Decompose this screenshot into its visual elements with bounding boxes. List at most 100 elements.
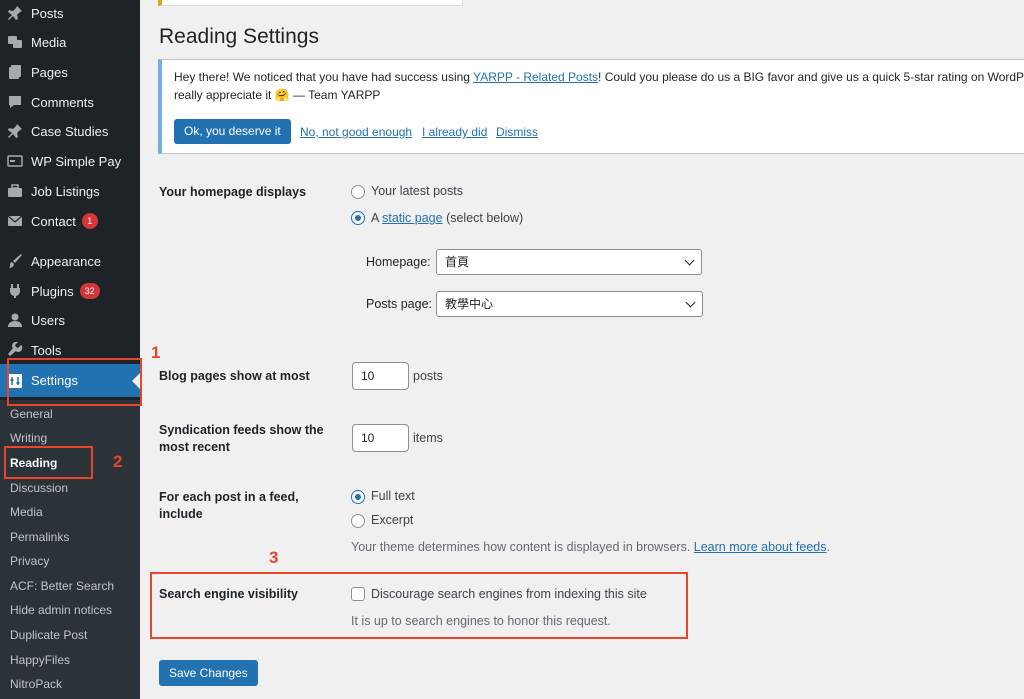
homepage-displays-label: Your homepage displays — [159, 185, 307, 199]
sidebar-item-label: Tools — [31, 342, 62, 358]
sidebar-item-wp-simple-pay[interactable]: WP Simple Pay — [0, 148, 140, 174]
prior-notice-edge — [158, 0, 463, 6]
annotation-box-reading — [4, 446, 93, 479]
feed-items-input[interactable]: 10 — [352, 424, 409, 452]
blog-pages-label: Blog pages show at most — [159, 369, 310, 383]
already-did-link[interactable]: I already did — [422, 125, 487, 139]
static-page-radio[interactable] — [351, 211, 365, 225]
sidebar-item-appearance[interactable]: Appearance — [0, 248, 140, 274]
full-text-radio[interactable] — [351, 490, 365, 504]
save-changes-button[interactable]: Save Changes — [159, 660, 258, 686]
admin-sidebar: Posts Media Pages Comments Case Studies … — [0, 0, 140, 699]
plug-icon — [7, 283, 23, 299]
feed-description-end: . — [826, 540, 830, 554]
sidebar-item-pages[interactable]: Pages — [0, 59, 140, 85]
posts-page-select-label: Posts page: — [366, 297, 433, 311]
card-icon — [7, 153, 23, 169]
count-badge: 1 — [81, 213, 98, 229]
annotation-number-3: 3 — [269, 548, 279, 567]
full-text-label: Full text — [371, 489, 415, 503]
syndication-label-line1: Syndication feeds show the — [159, 423, 324, 437]
static-page-link[interactable]: static page — [382, 211, 442, 225]
posts-page-select[interactable]: 教學中心 — [436, 291, 703, 317]
page-title: Reading Settings — [159, 25, 319, 48]
submenu-item-permalinks[interactable]: Permalinks — [10, 530, 69, 544]
notice-text-end: ! Could you please do us a BIG favor and… — [598, 70, 1024, 84]
notice-text-start: Hey there! We noticed that you have had … — [174, 70, 474, 84]
briefcase-icon — [7, 183, 23, 199]
sidebar-item-posts[interactable]: Posts — [0, 0, 140, 26]
yarpp-plugin-link[interactable]: YARPP - Related Posts — [473, 70, 598, 84]
media-icon — [7, 34, 23, 50]
sidebar-item-contact[interactable]: Contact 1 — [0, 208, 140, 234]
posts-per-page-input[interactable]: 10 — [352, 362, 409, 390]
dismiss-link[interactable]: Dismiss — [496, 125, 538, 139]
envelope-icon — [7, 213, 23, 229]
deserve-it-button[interactable]: Ok, you deserve it — [174, 119, 291, 144]
latest-posts-radio[interactable] — [351, 185, 365, 199]
homepage-select-value: 首頁 — [445, 255, 470, 269]
submenu-item-privacy[interactable]: Privacy — [10, 554, 49, 568]
annotation-number-2: 2 — [113, 452, 123, 471]
submenu-item-duplicate-post[interactable]: Duplicate Post — [10, 628, 87, 642]
feed-description: Your theme determines how content is dis… — [351, 540, 830, 554]
sidebar-item-label: Media — [31, 34, 67, 50]
homepage-select-label: Homepage: — [366, 255, 431, 269]
pin-icon — [7, 123, 23, 139]
pin-icon — [7, 5, 23, 21]
submenu-item-general[interactable]: General — [10, 407, 53, 421]
syndication-label: Syndication feeds show the most recent — [159, 422, 324, 456]
sidebar-item-job-listings[interactable]: Job Listings — [0, 178, 140, 204]
sidebar-item-label: Pages — [31, 64, 68, 80]
submenu-item-discussion[interactable]: Discussion — [10, 481, 68, 495]
latest-posts-label: Your latest posts — [371, 184, 463, 198]
sidebar-item-label: Case Studies — [31, 123, 109, 139]
comment-icon — [7, 94, 23, 110]
sidebar-item-plugins[interactable]: Plugins 32 — [0, 278, 140, 304]
static-page-text-end: (select below) — [442, 211, 524, 225]
feed-description-text: Your theme determines how content is dis… — [351, 540, 694, 554]
sidebar-item-label: Contact — [31, 213, 76, 229]
excerpt-radio[interactable] — [351, 514, 365, 528]
feed-include-label-line1: For each post in a feed, — [159, 490, 299, 504]
yarpp-rating-notice: Hey there! We noticed that you have had … — [158, 59, 1024, 154]
sidebar-item-label: Users — [31, 312, 65, 328]
user-icon — [7, 312, 23, 328]
excerpt-label: Excerpt — [371, 513, 414, 527]
posts-unit: posts — [413, 369, 443, 383]
wrench-icon — [7, 341, 23, 358]
sidebar-item-label: Posts — [31, 5, 64, 21]
annotation-box-visibility — [150, 572, 688, 639]
posts-page-select-value: 教學中心 — [445, 297, 494, 311]
static-page-label: A static page (select below) — [371, 211, 523, 225]
submenu-item-media[interactable]: Media — [10, 505, 43, 519]
sidebar-item-label: Appearance — [31, 253, 102, 269]
sidebar-item-users[interactable]: Users — [0, 307, 140, 333]
sidebar-item-case-studies[interactable]: Case Studies — [0, 118, 140, 144]
pages-icon — [7, 64, 23, 80]
items-unit: items — [413, 431, 443, 445]
submenu-item-hide-admin-notices[interactable]: Hide admin notices — [10, 603, 112, 617]
sidebar-item-label: Plugins — [31, 283, 74, 299]
notice-text-line2: really appreciate it 🤗 — Team YARPP — [174, 88, 381, 102]
sidebar-item-comments[interactable]: Comments — [0, 89, 140, 115]
count-badge: 32 — [79, 283, 100, 299]
feed-include-label: For each post in a feed, include — [159, 489, 299, 523]
sidebar-item-label: Job Listings — [31, 183, 100, 199]
notice-text: Hey there! We noticed that you have had … — [174, 68, 1024, 104]
sidebar-item-label: Comments — [31, 94, 94, 110]
feed-include-label-line2: include — [159, 507, 203, 521]
not-good-enough-link[interactable]: No, not good enough — [300, 125, 412, 139]
sidebar-item-media[interactable]: Media — [0, 29, 140, 55]
submenu-item-happyfiles[interactable]: HappyFiles — [10, 653, 70, 667]
submenu-item-writing[interactable]: Writing — [10, 431, 47, 445]
learn-more-feeds-link[interactable]: Learn more about feeds — [694, 540, 827, 554]
brush-icon — [7, 253, 23, 269]
homepage-select[interactable]: 首頁 — [436, 249, 702, 275]
annotation-box-settings — [7, 358, 142, 406]
submenu-item-nitropack[interactable]: NitroPack — [10, 677, 62, 691]
chevron-down-icon — [685, 297, 696, 308]
sidebar-item-label: WP Simple Pay — [31, 153, 122, 169]
submenu-item-acf-better-search[interactable]: ACF: Better Search — [10, 579, 114, 593]
syndication-label-line2: most recent — [159, 440, 230, 454]
